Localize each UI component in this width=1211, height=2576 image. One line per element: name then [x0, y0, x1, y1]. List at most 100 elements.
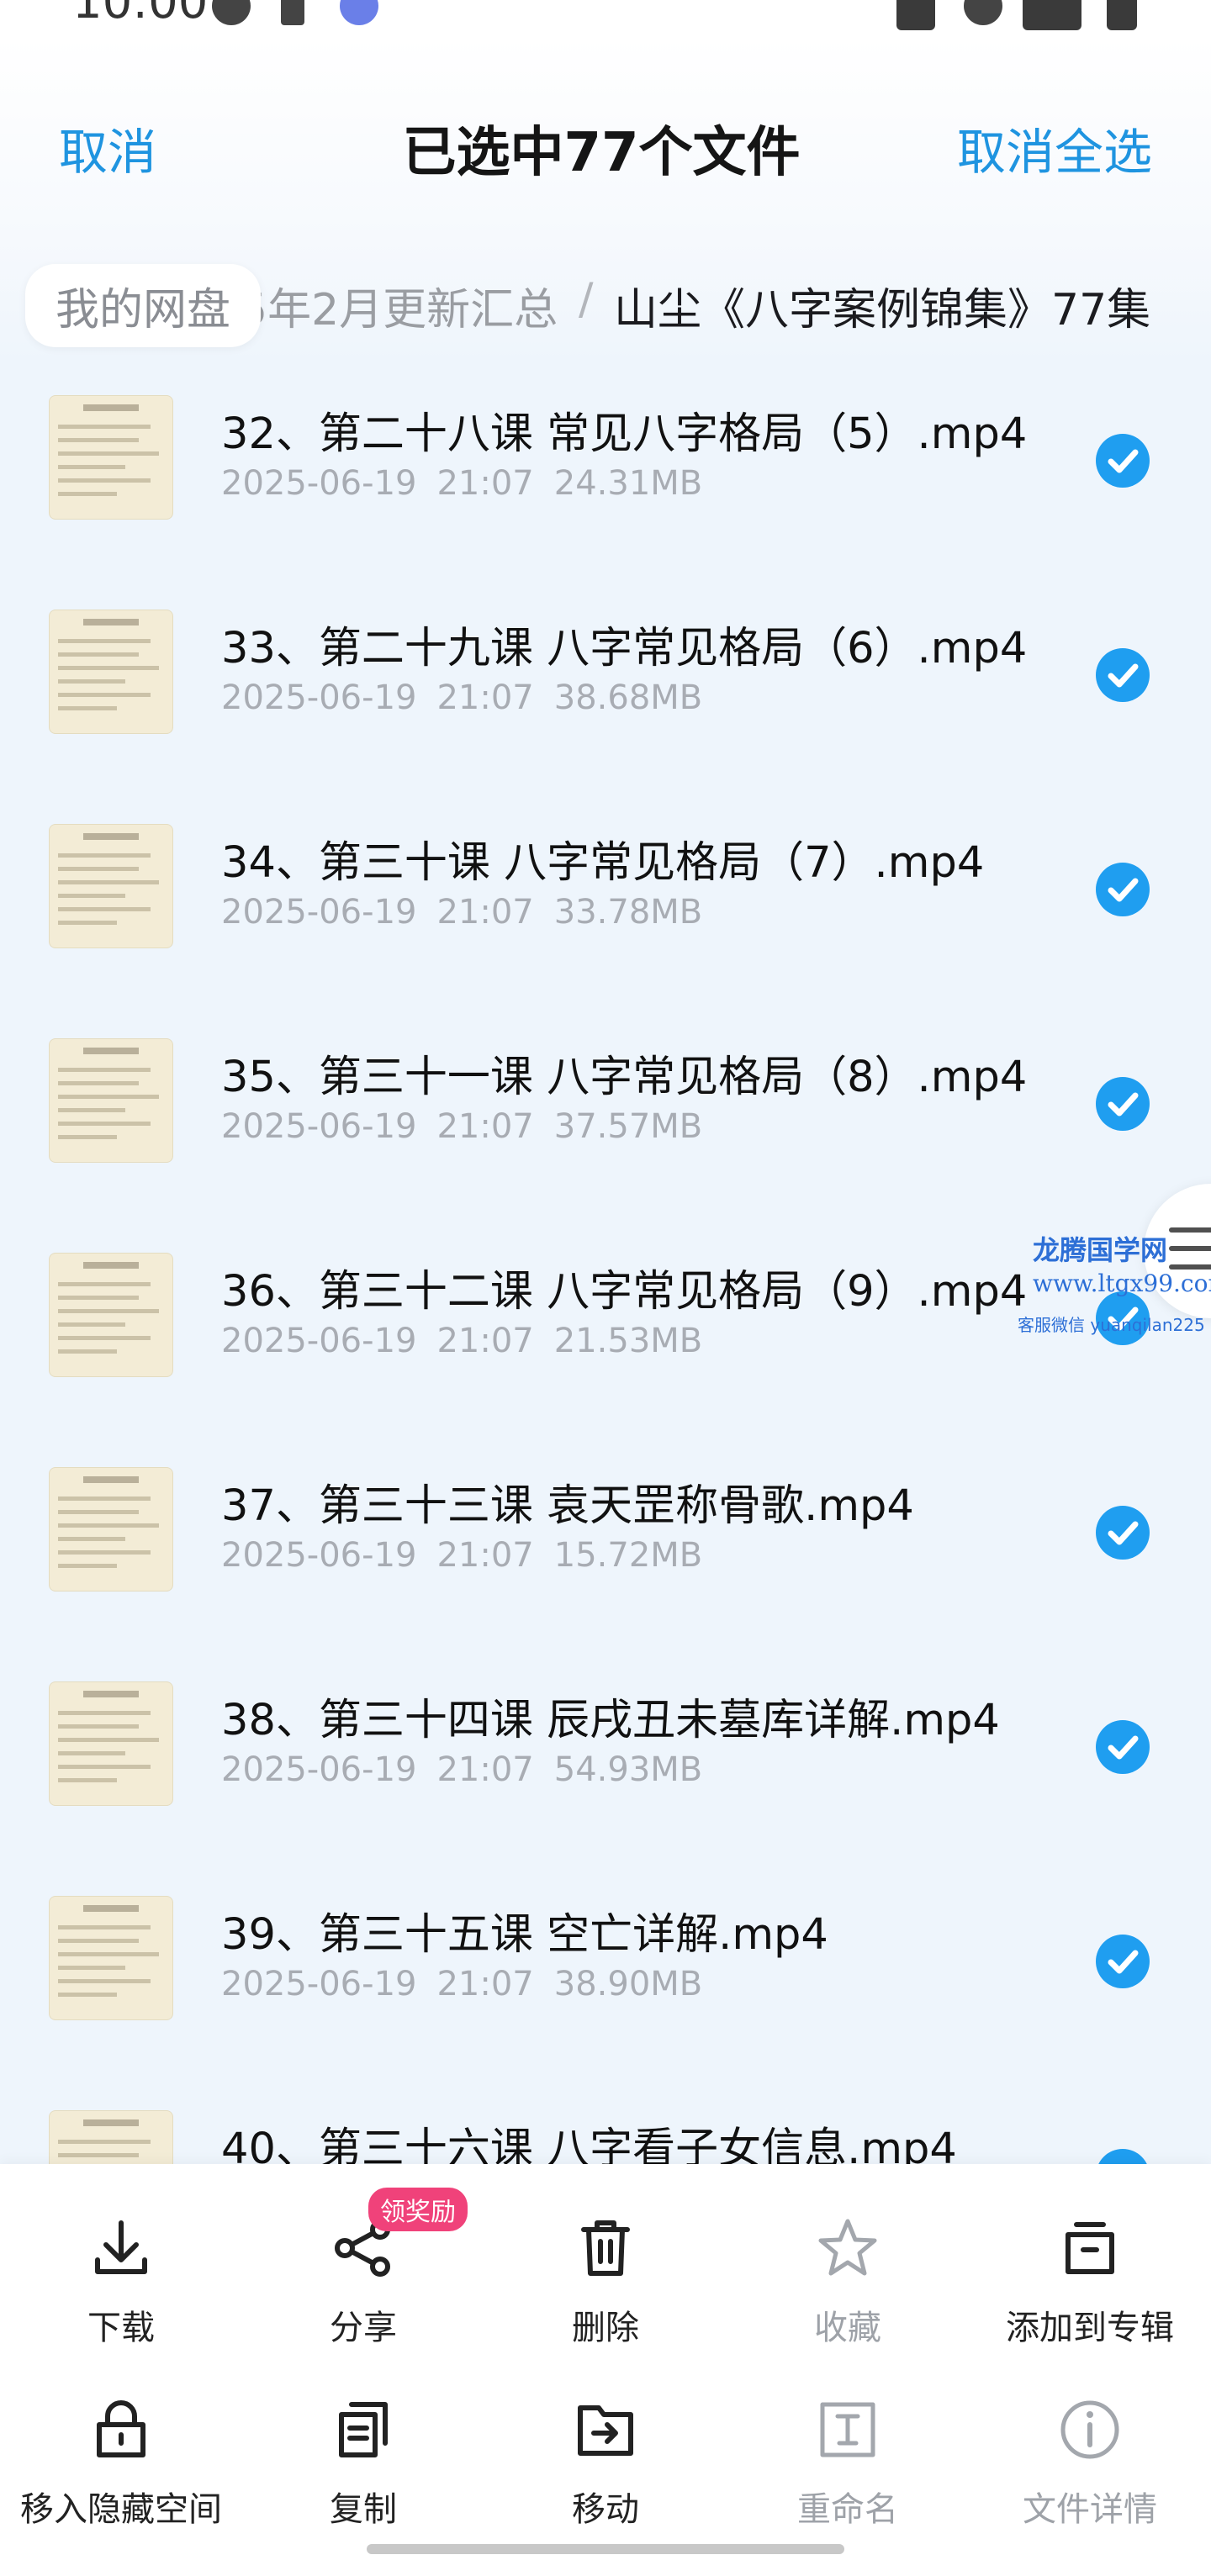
file-date: 2025-06-19	[221, 1965, 417, 2003]
video-thumbnail	[49, 824, 173, 948]
delete-button[interactable]: 删除	[484, 2189, 727, 2357]
selected-check-icon[interactable]	[1096, 434, 1150, 488]
selection-count-title: 已选中77个文件	[402, 122, 801, 184]
file-size: 38.68MB	[553, 678, 703, 717]
file-meta: 2025-06-19 21:07 24.31MB	[221, 464, 702, 503]
file-name: 40、第三十六课 八字看子女信息.mp4	[221, 2125, 957, 2164]
file-row[interactable]: 39、第三十五课 空亡详解.mp4 2025-06-19 21:07 38.90MB	[0, 1866, 1211, 2080]
selected-check-icon[interactable]	[1096, 1506, 1150, 1560]
selected-check-icon[interactable]	[1096, 863, 1150, 916]
selection-header: 取消 已选中77个文件 取消全选	[0, 37, 1211, 239]
file-meta: 2025-06-19 21:07 21.53MB	[221, 1322, 702, 1360]
add-to-album-button[interactable]: 添加到专辑	[969, 2189, 1211, 2357]
file-meta: 2025-06-19 21:07 38.90MB	[221, 1965, 702, 2003]
file-meta: 2025-06-19 21:07 54.93MB	[221, 1750, 702, 1789]
video-thumbnail	[49, 610, 173, 734]
file-meta: 2025-06-19 21:07 37.57MB	[221, 1107, 702, 1146]
file-time: 21:07	[436, 1536, 534, 1575]
file-size: 15.72MB	[553, 1536, 703, 1575]
rename-label: 重命名	[797, 2490, 898, 2529]
file-date: 2025-06-19	[221, 1322, 417, 1360]
favorite-button[interactable]: 收藏	[727, 2189, 969, 2357]
file-time: 21:07	[436, 893, 534, 932]
file-name: 36、第三十二课 八字常见格局（9）.mp4	[221, 1267, 1028, 1317]
delete-label: 删除	[572, 2309, 639, 2347]
download-icon	[95, 2220, 147, 2274]
file-list[interactable]: 32、第二十八课 常见八字格局（5）.mp4 2025-06-19 21:07 24…	[0, 365, 1211, 2164]
download-status-icon	[281, 0, 304, 25]
home-indicator[interactable]	[367, 2544, 844, 2554]
file-date: 2025-06-19	[221, 464, 417, 503]
selected-check-icon[interactable]	[1096, 648, 1150, 702]
video-thumbnail	[49, 1467, 173, 1592]
breadcrumb-item-current: 山尘《八字案例锦集》77集	[614, 285, 1151, 335]
file-size: 21.53MB	[553, 1322, 703, 1360]
file-date: 2025-06-19	[221, 1536, 417, 1575]
file-time: 21:07	[436, 1322, 534, 1360]
download-label: 下载	[87, 2309, 155, 2347]
file-date: 2025-06-19	[221, 678, 417, 717]
breadcrumb-item-parent[interactable]: 5年2月更新汇总	[240, 274, 558, 337]
breadcrumb-item-root[interactable]: 我的网盘	[25, 264, 262, 347]
file-meta: 2025-06-19 21:07 33.78MB	[221, 893, 702, 932]
video-thumbnail	[49, 1681, 173, 1806]
file-time: 21:07	[436, 678, 534, 717]
rename-button[interactable]: 重命名	[727, 2371, 969, 2539]
file-name: 38、第三十四课 辰戌丑未墓库详解.mp4	[221, 1696, 1000, 1745]
video-thumbnail	[49, 1038, 173, 1163]
file-row[interactable]: 32、第二十八课 常见八字格局（5）.mp4 2025-06-19 21:07 24…	[0, 365, 1211, 579]
file-name: 39、第三十五课 空亡详解.mp4	[221, 1910, 828, 1960]
file-size: 38.90MB	[553, 1965, 703, 2003]
file-details-label: 文件详情	[1023, 2490, 1157, 2529]
selected-check-icon[interactable]	[1096, 2149, 1150, 2164]
move-folder-icon	[578, 2405, 633, 2456]
favorite-label: 收藏	[814, 2309, 881, 2347]
file-date: 2025-06-19	[221, 893, 417, 932]
deselect-all-button[interactable]: 取消全选	[957, 113, 1152, 183]
file-name: 32、第二十八课 常见八字格局（5）.mp4	[221, 409, 1028, 459]
file-row[interactable]: 38、第三十四课 辰戌丑未墓库详解.mp4 2025-06-19 21:07 54.…	[0, 1651, 1211, 1866]
file-row[interactable]: 35、第三十一课 八字常见格局（8）.mp4 2025-06-19 21:07 37…	[0, 1008, 1211, 1222]
copy-label: 复制	[330, 2490, 397, 2529]
file-date: 2025-06-19	[221, 1750, 417, 1789]
trash-icon	[581, 2220, 630, 2276]
add-to-album-label: 添加到专辑	[1006, 2309, 1174, 2347]
file-size: 33.78MB	[553, 893, 703, 932]
selected-check-icon[interactable]	[1096, 1935, 1150, 1988]
file-time: 21:07	[436, 464, 534, 503]
video-thumbnail	[49, 2110, 173, 2164]
move-button[interactable]: 移动	[484, 2371, 727, 2539]
file-name: 37、第三十三课 袁天罡称骨歌.mp4	[221, 1481, 914, 1531]
video-thumbnail	[49, 1253, 173, 1377]
signal-icon	[1023, 0, 1081, 30]
file-size: 54.93MB	[553, 1750, 703, 1789]
file-row[interactable]: 37、第三十三课 袁天罡称骨歌.mp4 2025-06-19 21:07 15.72…	[0, 1437, 1211, 1651]
file-time: 21:07	[436, 1107, 534, 1146]
battery-icon	[1107, 0, 1137, 30]
rename-icon	[820, 2402, 875, 2457]
reward-badge: 领奖励	[368, 2188, 468, 2231]
file-date: 2025-06-19	[221, 1107, 417, 1146]
star-icon	[818, 2219, 877, 2276]
file-name: 34、第三十课 八字常见格局（7）.mp4	[221, 838, 985, 888]
move-to-hidden-button[interactable]: 移入隐藏空间	[0, 2371, 242, 2539]
file-row[interactable]: 40、第三十六课 八字看子女信息.mp4	[0, 2080, 1211, 2164]
selected-check-icon[interactable]	[1096, 1720, 1150, 1774]
album-icon	[1066, 2222, 1114, 2274]
file-row[interactable]: 34、第三十课 八字常见格局（7）.mp4 2025-06-19 21:07 33.…	[0, 794, 1211, 1008]
file-name: 35、第三十一课 八字常见格局（8）.mp4	[221, 1053, 1028, 1102]
video-thumbnail	[49, 395, 173, 520]
file-meta: 2025-06-19 21:07 38.68MB	[221, 678, 702, 717]
file-details-button[interactable]: 文件详情	[969, 2371, 1211, 2539]
lock-icon	[97, 2400, 145, 2457]
file-size: 37.57MB	[553, 1107, 703, 1146]
file-row[interactable]: 33、第二十九课 八字常见格局（6）.mp4 2025-06-19 21:07 38…	[0, 579, 1211, 794]
copy-button[interactable]: 复制	[242, 2371, 484, 2539]
selected-check-icon[interactable]	[1096, 1077, 1150, 1131]
breadcrumb: 5年2月更新汇总 我的网盘 / 山尘《八字案例锦集》77集	[0, 239, 1211, 365]
file-time: 21:07	[436, 1750, 534, 1789]
file-size: 24.31MB	[553, 464, 703, 503]
volte-icon	[896, 0, 935, 30]
app-status-icon	[340, 0, 378, 25]
download-button[interactable]: 下载	[0, 2189, 242, 2357]
